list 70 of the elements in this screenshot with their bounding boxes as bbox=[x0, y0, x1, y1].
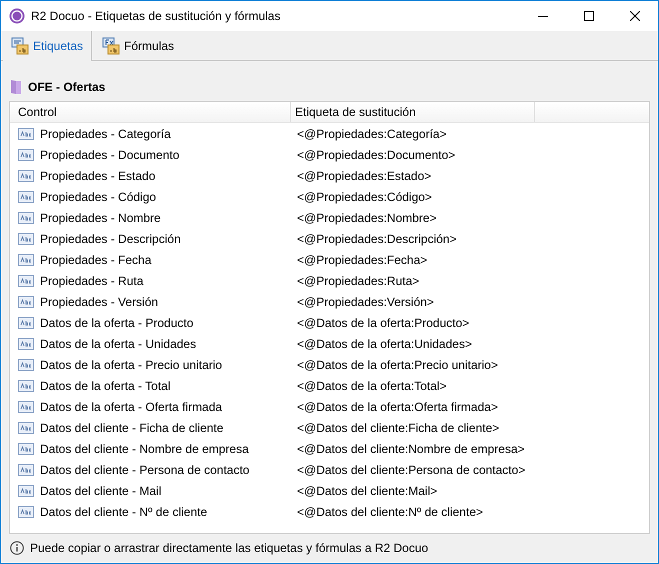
info-icon bbox=[10, 541, 24, 555]
table-cell-text: <@Datos del cliente:Persona de contacto> bbox=[296, 462, 526, 478]
text-field-icon bbox=[18, 128, 34, 140]
table-cell-text: <@Datos de la oferta:Total> bbox=[296, 378, 447, 394]
text-field-icon bbox=[18, 190, 34, 202]
table-cell-text: <@Propiedades:Código> bbox=[296, 188, 432, 206]
table-cell-text: Propiedades - Documento bbox=[40, 146, 180, 164]
close-icon bbox=[630, 11, 640, 21]
table-cell-text: <@Propiedades:Documento> bbox=[296, 146, 456, 164]
table-cell-text: Datos del cliente - Nombre de empresa bbox=[40, 440, 249, 458]
table-cell-text: Propiedades - Nombre bbox=[40, 210, 161, 226]
table-cell-text: <@Datos del cliente:Nº de cliente> bbox=[296, 504, 483, 520]
table-cell-text: Datos del cliente - Nº de cliente bbox=[40, 504, 208, 520]
text-field-icon bbox=[18, 296, 34, 308]
table-cell-text: Propiedades - Versión bbox=[40, 294, 158, 310]
folder-icon bbox=[10, 79, 22, 95]
table-cell-text: Datos del cliente - Persona de contacto bbox=[40, 462, 250, 478]
text-field-icon bbox=[18, 484, 34, 496]
tab[interactable]: Etiquetas bbox=[3, 31, 92, 61]
table-cell-text: Propiedades - Categoría bbox=[40, 126, 171, 142]
table-cell-text: <@Propiedades:Estado> bbox=[296, 168, 432, 184]
table-cell-text: <@Datos del cliente:Mail> bbox=[296, 482, 438, 500]
section-title: OFE - Ofertas bbox=[28, 79, 106, 96]
table-cell-text: <@Propiedades:Fecha> bbox=[296, 252, 428, 268]
tag-icon bbox=[11, 37, 29, 55]
table-cell-text: Propiedades - Descripción bbox=[40, 230, 181, 248]
maximize-icon bbox=[584, 11, 594, 21]
formula-tag-icon bbox=[102, 37, 120, 55]
column-header[interactable]: Control bbox=[10, 102, 291, 122]
text-field-icon bbox=[18, 358, 34, 370]
text-field-icon bbox=[18, 254, 34, 266]
table-cell-text: <@Propiedades:Nombre> bbox=[296, 210, 437, 226]
table-cell-text: Datos de la oferta - Total bbox=[40, 378, 171, 394]
text-field-icon bbox=[18, 212, 34, 224]
text-field-icon bbox=[18, 422, 34, 434]
table-cell-text: Datos de la oferta - Precio unitario bbox=[40, 356, 222, 374]
text-field-icon bbox=[18, 464, 34, 476]
text-field-icon bbox=[18, 338, 34, 350]
text-field-icon bbox=[18, 148, 34, 160]
text-field-icon bbox=[18, 274, 34, 286]
table-cell-text: <@Datos de la oferta:Oferta firmada> bbox=[296, 398, 498, 416]
table-cell-text: <@Propiedades:Versión> bbox=[296, 294, 434, 310]
table-cell-text: <@Propiedades:Categoría> bbox=[296, 126, 447, 142]
table-cell-text: Datos de la oferta - Producto bbox=[40, 314, 194, 332]
table-cell-text: Propiedades - Estado bbox=[40, 168, 156, 184]
table-cell-text: Propiedades - Código bbox=[40, 188, 156, 206]
text-field-icon bbox=[18, 232, 34, 244]
table-cell-text: Datos del cliente - Ficha de cliente bbox=[40, 420, 224, 436]
table-cell-text: Datos de la oferta - Unidades bbox=[40, 336, 196, 352]
table-cell-text: <@Datos de la oferta:Precio unitario> bbox=[296, 356, 498, 374]
text-field-icon bbox=[18, 400, 34, 412]
table-cell-text: <@Datos de la oferta:Unidades> bbox=[296, 336, 472, 352]
text-field-icon bbox=[18, 506, 34, 518]
text-field-icon bbox=[18, 316, 34, 328]
text-field-icon bbox=[18, 380, 34, 392]
table-cell-text: <@Propiedades:Ruta> bbox=[296, 272, 420, 290]
text-field-icon bbox=[18, 170, 34, 182]
column-header[interactable]: Etiqueta de sustitución bbox=[291, 102, 535, 122]
table-cell-text: <@Datos del cliente:Ficha de cliente> bbox=[296, 420, 500, 436]
app-logo-icon bbox=[9, 8, 25, 24]
table-cell-text: <@Datos de la oferta:Producto> bbox=[296, 314, 470, 332]
table-cell-text: Datos del cliente - Mail bbox=[40, 482, 162, 500]
table-cell-text: Propiedades - Fecha bbox=[40, 252, 152, 268]
status-text: Puede copiar o arrastrar directamente las etiquetas y fórmulas a R2 Docuo bbox=[30, 540, 428, 557]
table-cell-text: <@Propiedades:Descripción> bbox=[296, 230, 457, 248]
table-cell-text: Propiedades - Ruta bbox=[40, 272, 144, 290]
window-title: R2 Docuo - Etiquetas de sustitución y fórmulas bbox=[31, 8, 280, 25]
table-cell-text: Datos de la oferta - Oferta firmada bbox=[40, 398, 222, 416]
table-cell-text: <@Datos del cliente:Nombre de empresa> bbox=[296, 440, 525, 458]
text-field-icon bbox=[18, 442, 34, 454]
